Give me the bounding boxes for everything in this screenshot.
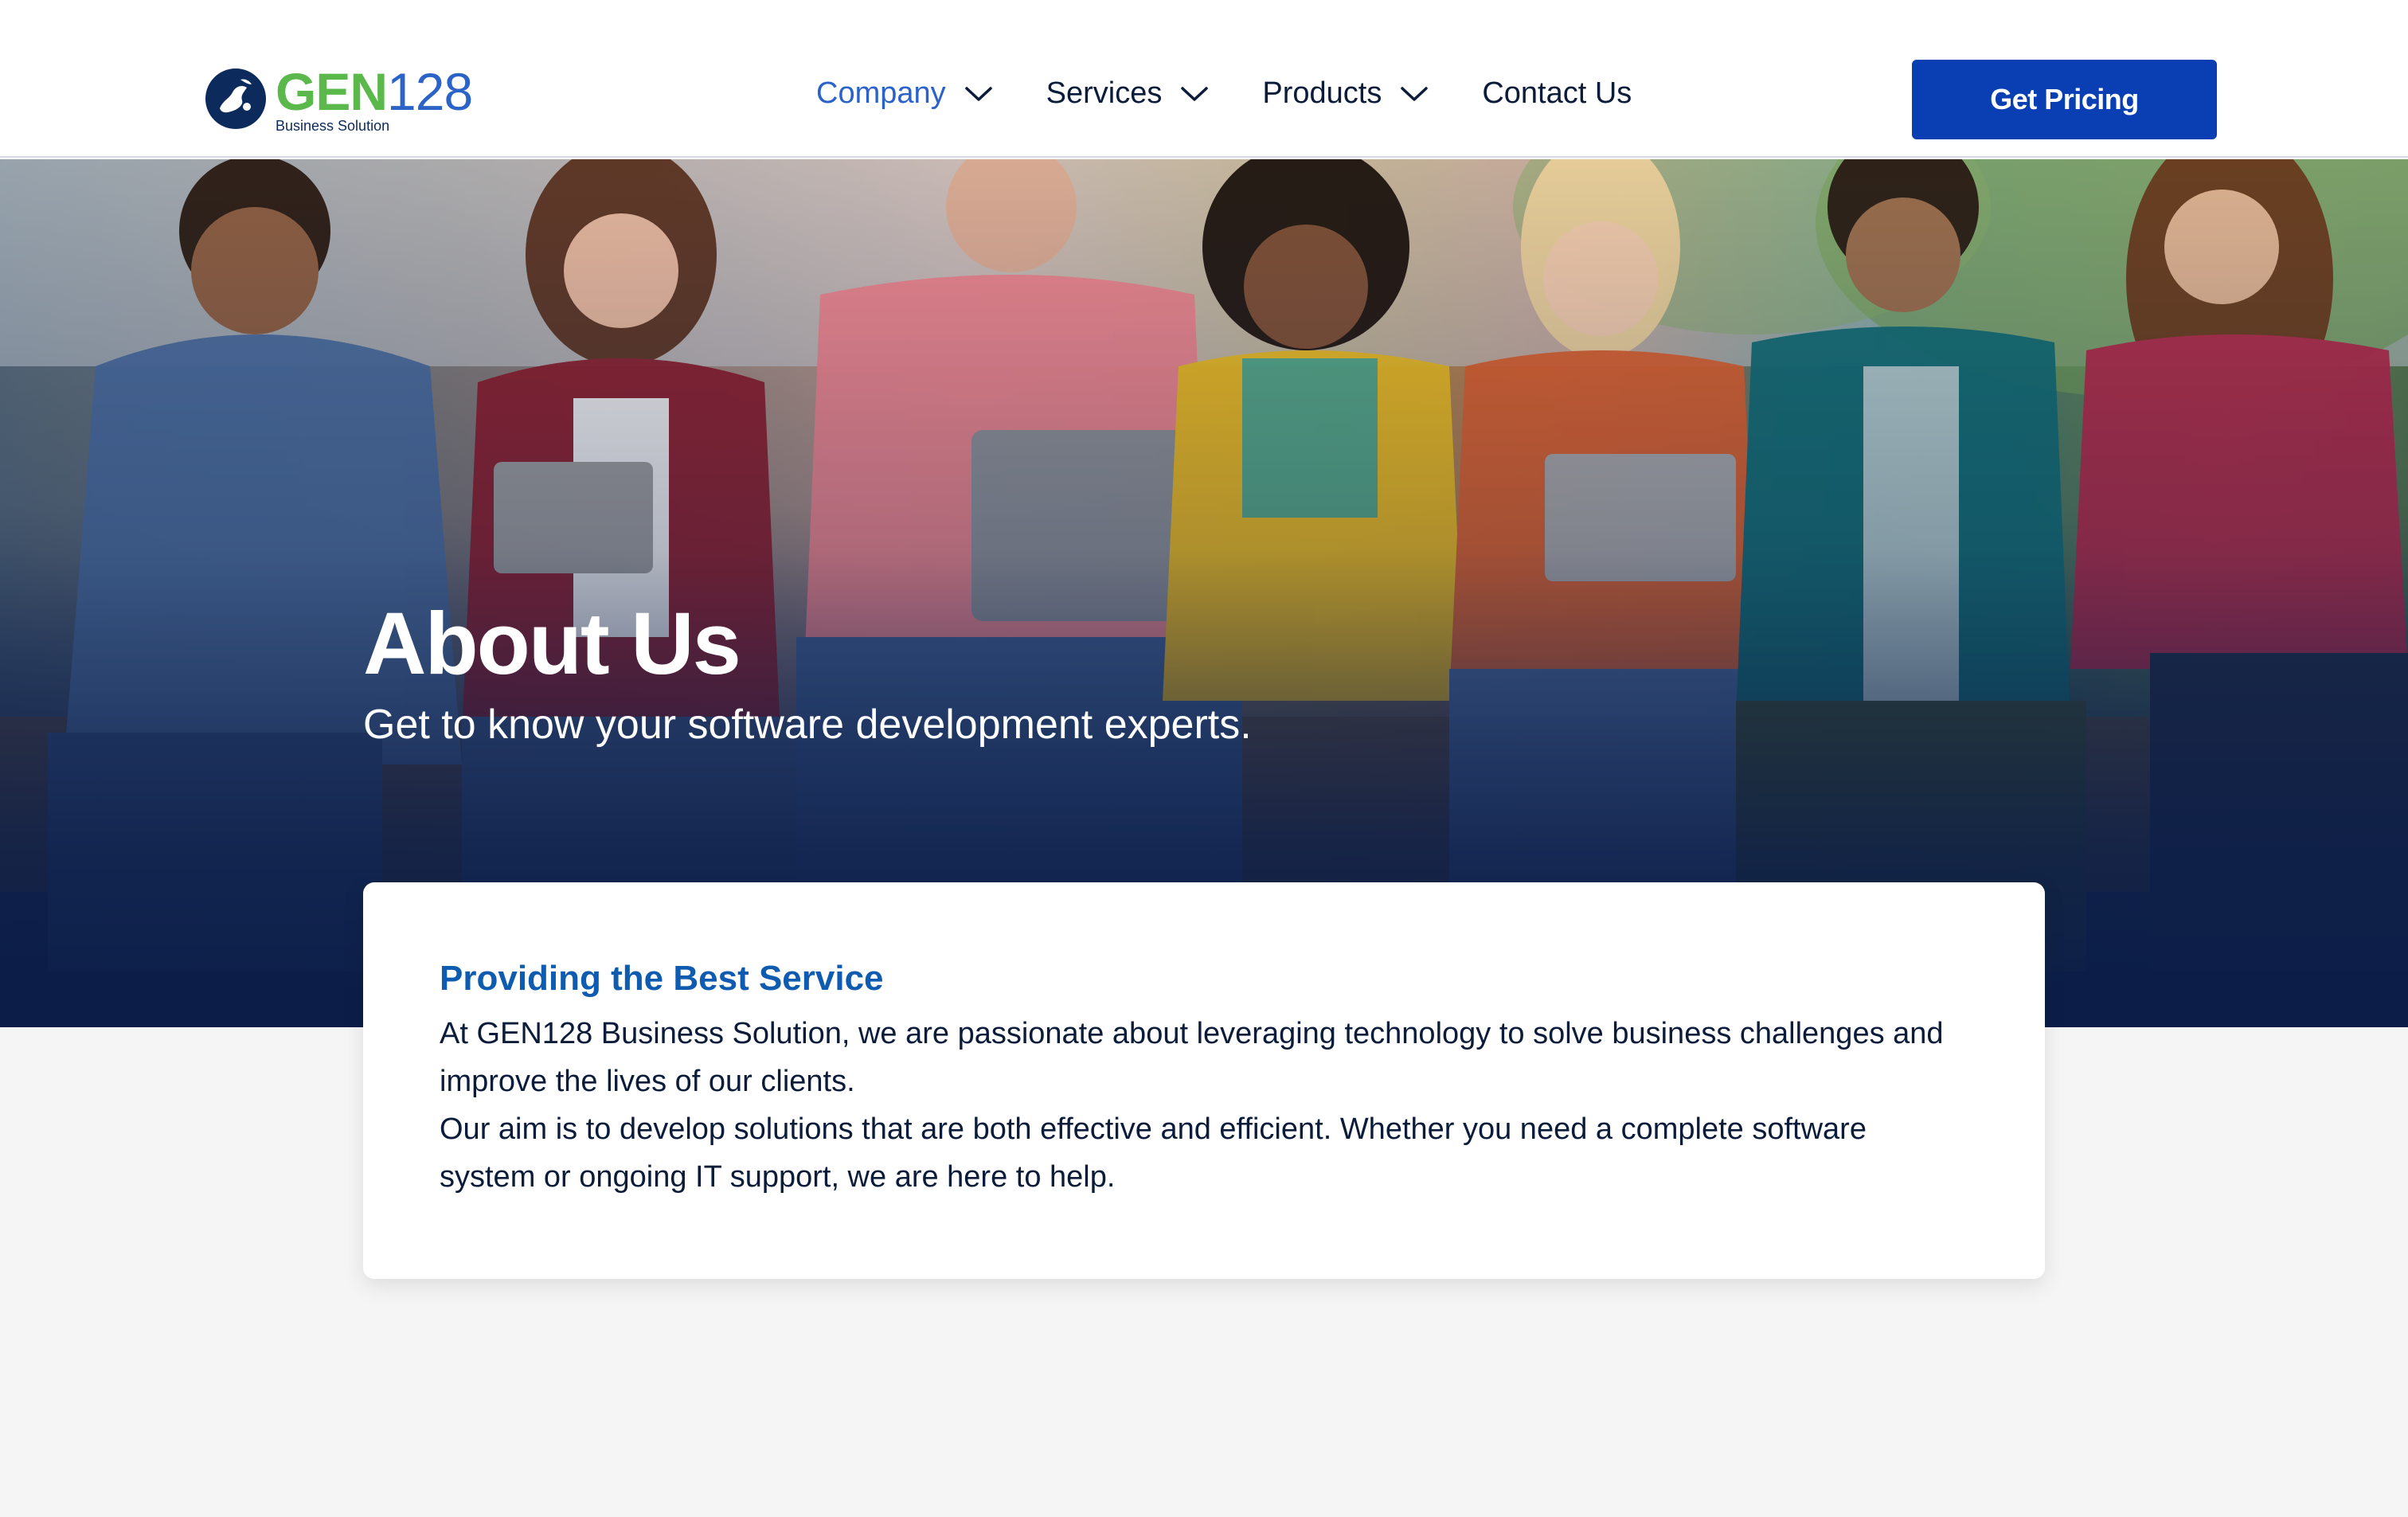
nav-item-products[interactable]: Products bbox=[1262, 76, 1429, 111]
page-subtitle: Get to know your software development ex… bbox=[363, 702, 1252, 748]
nav-item-company[interactable]: Company bbox=[816, 76, 992, 111]
globe-logo-icon bbox=[205, 68, 266, 129]
brand-tagline: Business Solution bbox=[276, 118, 390, 134]
nav-item-label: Contact Us bbox=[1482, 76, 1632, 110]
main-nav: Company Services Products Contact Us bbox=[816, 76, 1632, 111]
nav-item-label: Services bbox=[1046, 76, 1163, 110]
chevron-down-icon bbox=[1181, 86, 1209, 102]
page-title: About Us bbox=[363, 595, 741, 693]
nav-item-label: Products bbox=[1262, 76, 1382, 110]
site-header: GEN128 Business Solution Company Service… bbox=[0, 0, 2408, 158]
brand-name-secondary: 128 bbox=[387, 62, 473, 121]
nav-item-label: Company bbox=[816, 76, 946, 110]
brand-logo[interactable]: GEN128 Business Solution bbox=[205, 62, 473, 134]
card-title: Providing the Best Service bbox=[440, 959, 884, 998]
get-pricing-button[interactable]: Get Pricing bbox=[1912, 60, 2217, 139]
chevron-down-icon bbox=[1401, 86, 1429, 102]
card-paragraph: At GEN128 Business Solution, we are pass… bbox=[440, 1017, 1944, 1098]
about-card: Providing the Best Service At GEN128 Bus… bbox=[363, 882, 2045, 1279]
nav-item-contact-us[interactable]: Contact Us bbox=[1482, 76, 1632, 111]
card-paragraph: Our aim is to develop solutions that are… bbox=[440, 1112, 1867, 1194]
brand-name-primary: GEN bbox=[276, 62, 388, 121]
chevron-down-icon bbox=[964, 86, 992, 102]
nav-item-services[interactable]: Services bbox=[1046, 76, 1209, 111]
